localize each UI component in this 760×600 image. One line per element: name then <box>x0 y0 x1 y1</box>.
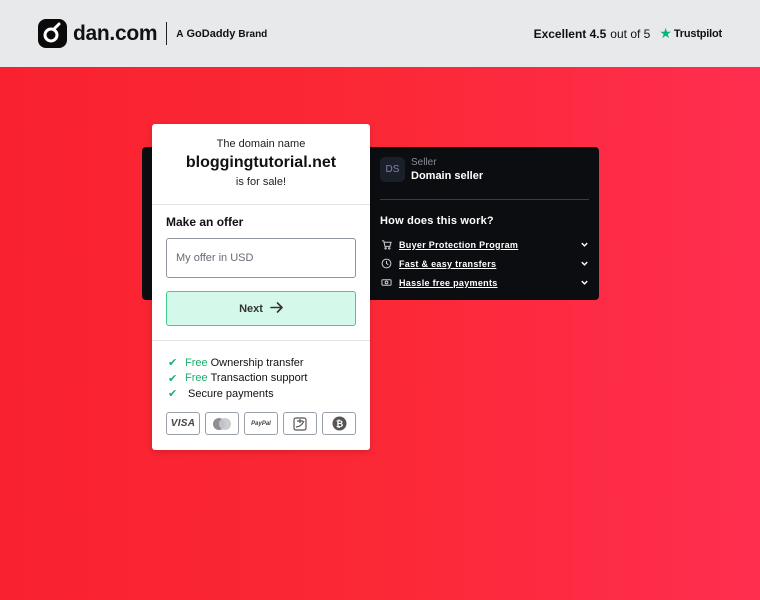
trustpilot-rating[interactable]: Excellent 4.5 out of 5 ★ Trustpilot <box>533 25 723 42</box>
bitcoin-icon: ₿ <box>322 412 356 435</box>
site-header: dan.com A GoDaddy Brand Excellent 4.5 ou… <box>0 0 760 67</box>
godaddy-suffix: Brand <box>238 28 268 40</box>
benefit-free: Free <box>185 356 208 369</box>
seller-meta: Seller Domain seller <box>411 157 483 182</box>
benefit-free: Free <box>185 372 208 385</box>
trust-outof: out of 5 <box>610 26 651 41</box>
mastercard-icon <box>205 412 239 435</box>
trustpilot-brand: Trustpilot <box>673 27 722 40</box>
offer-card: The domain name bloggingtutorial.net is … <box>152 124 370 450</box>
how-it-works-title: How does this work? <box>380 215 494 227</box>
alipay-icon <box>283 412 317 435</box>
seller-label: Seller <box>411 157 437 168</box>
seller-head: DS Seller Domain seller <box>380 157 590 182</box>
brand[interactable]: dan.com A GoDaddy Brand <box>38 19 267 48</box>
arrow-right-icon <box>270 301 283 316</box>
how-item-label: Buyer Protection Program <box>399 239 519 250</box>
how-item-label: Hassle free payments <box>399 277 498 288</box>
svg-text:₿: ₿ <box>335 419 342 430</box>
next-button[interactable]: Next <box>166 291 356 326</box>
seller-name: Domain seller <box>411 170 484 182</box>
dan-logo-icon <box>38 19 67 48</box>
chevron-down-icon[interactable] <box>579 278 589 288</box>
benefits-list: ✔ Free Ownership transfer ✔ Free Transac… <box>168 355 307 402</box>
benefit-item: ✔ Free Transaction support <box>168 371 307 387</box>
godaddy-brand: A GoDaddy Brand <box>176 28 267 40</box>
godaddy-prefix: A <box>176 28 184 40</box>
benefit-item: ✔ Free Ownership transfer <box>168 355 307 371</box>
benefit-text: Ownership transfer <box>210 356 304 369</box>
how-item-hassle-free[interactable]: Hassle free payments <box>380 273 589 292</box>
benefit-text: Transaction support <box>210 372 308 385</box>
visa-icon: VISA <box>166 412 200 435</box>
seller-divider <box>380 199 589 200</box>
trust-excellent: Excellent 4.5 <box>533 26 607 41</box>
logo-divider <box>166 22 168 45</box>
domain-name: bloggingtutorial.net <box>185 154 337 171</box>
cash-icon <box>380 277 392 289</box>
check-icon: ✔ <box>168 388 178 401</box>
godaddy-name: GoDaddy <box>186 27 236 40</box>
domain-intro: The domain name <box>216 138 306 150</box>
for-sale-text: is for sale! <box>235 176 287 188</box>
chevron-down-icon[interactable] <box>579 240 589 250</box>
clock-icon <box>380 258 392 270</box>
chevron-down-icon[interactable] <box>579 259 589 269</box>
paypal-icon: PayPal <box>244 412 278 435</box>
how-item-fast-transfers[interactable]: Fast & easy transfers <box>380 254 589 273</box>
trustpilot-star-icon: ★ <box>659 25 672 41</box>
seller-avatar: DS <box>380 157 405 182</box>
card-divider <box>152 340 370 341</box>
check-icon: ✔ <box>168 357 178 370</box>
payment-methods: VISA PayPal ₿ <box>166 412 356 435</box>
how-item-label: Fast & easy transfers <box>399 258 497 269</box>
offer-title: Make an offer <box>166 215 244 229</box>
logo-text: dan.com <box>73 21 158 45</box>
how-it-works-list: Buyer Protection Program Fast & easy tra… <box>380 235 589 292</box>
how-item-buyer-protection[interactable]: Buyer Protection Program <box>380 235 589 254</box>
domain-header: The domain name bloggingtutorial.net is … <box>152 124 370 205</box>
benefit-text: Secure payments <box>188 387 274 400</box>
next-label: Next <box>239 302 263 315</box>
benefit-item: ✔ Secure payments <box>168 386 307 402</box>
offer-input[interactable] <box>166 238 356 278</box>
cart-icon <box>380 239 392 251</box>
check-icon: ✔ <box>168 372 178 385</box>
